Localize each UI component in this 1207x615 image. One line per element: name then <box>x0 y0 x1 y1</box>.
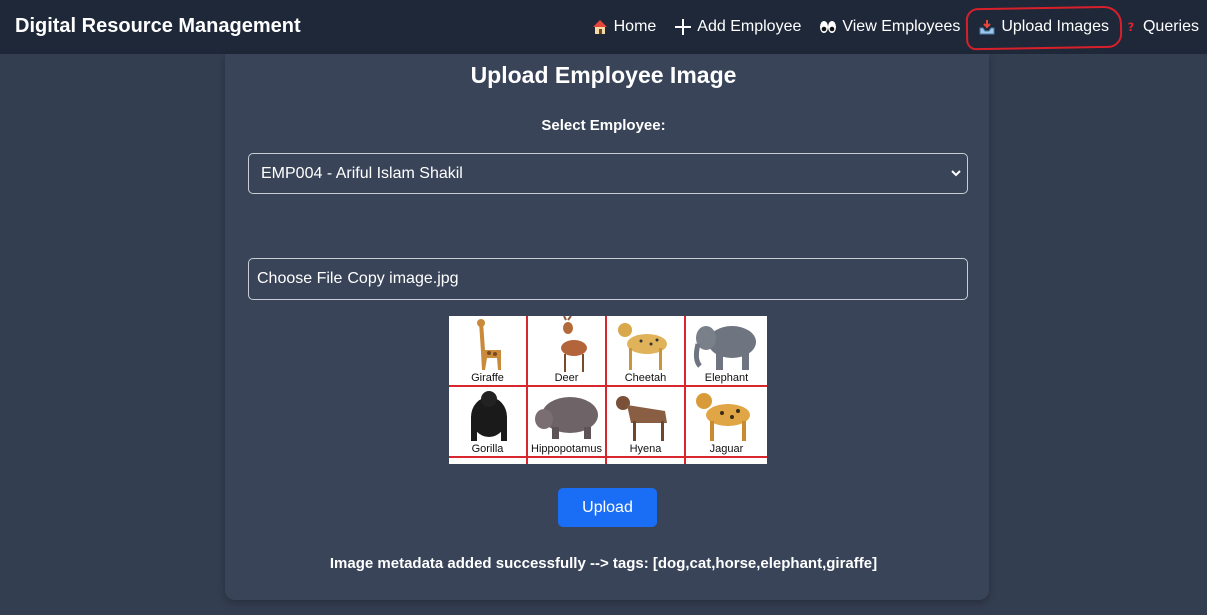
page-title: Upload Employee Image <box>470 62 737 88</box>
inbox-tray-icon <box>979 20 995 35</box>
preview-cell <box>607 458 686 464</box>
nav-link-label: View Employees <box>842 18 961 35</box>
preview-cell: Elephant <box>686 316 767 387</box>
preview-cell-label: Jaguar <box>709 443 744 455</box>
nav-link-label: Upload Images <box>1001 18 1109 35</box>
preview-cell: Hippopotamus <box>528 387 607 458</box>
preview-cell-label: Elephant <box>704 372 749 384</box>
preview-cell: Giraffe <box>449 316 528 387</box>
deer-icon <box>561 316 587 372</box>
hippopotamus-icon <box>535 397 598 439</box>
file-name: Copy image.jpg <box>347 270 459 287</box>
preview-cell: Hyena <box>607 387 686 458</box>
preview-cell-label: Hyena <box>629 443 662 455</box>
chevron-down-icon <box>951 170 961 177</box>
preview-cell <box>686 458 767 464</box>
preview-cell-label: Deer <box>554 372 579 384</box>
preview-cell-label: Giraffe <box>471 372 504 384</box>
brand-title[interactable]: Digital Resource Management <box>15 15 301 38</box>
preview-cell: Deer <box>528 316 607 387</box>
eyes-icon <box>820 21 837 33</box>
gorilla-icon <box>471 391 507 441</box>
question-icon: ? <box>1128 20 1135 34</box>
nav-link-label: Home <box>613 18 657 35</box>
nav-link-label: Queries <box>1142 18 1199 35</box>
employee-select[interactable]: EMP004 - Ariful Islam Shakil <box>248 153 968 194</box>
image-preview: Giraffe Deer Cheetah Elephant Gorilla Hi… <box>449 316 767 464</box>
navbar: Digital Resource Management Home Add Emp… <box>0 0 1207 54</box>
preview-cell-label: Cheetah <box>624 372 667 384</box>
house-icon <box>592 20 607 34</box>
nav-link-view-employees[interactable]: View Employees <box>819 18 960 36</box>
nav-link-add-employee[interactable]: Add Employee <box>674 18 801 36</box>
status-message: Image metadata added successfully --> ta… <box>329 555 878 572</box>
preview-cell-label: Gorilla <box>471 443 504 455</box>
cheetah-icon <box>618 323 667 370</box>
preview-cell: Gorilla <box>449 387 528 458</box>
upload-button[interactable]: Upload <box>558 488 657 527</box>
preview-cell: Jaguar <box>686 387 767 458</box>
choose-file-button[interactable]: Choose File <box>257 270 342 288</box>
file-input[interactable]: Choose File Copy image.jpg <box>248 258 968 300</box>
jaguar-icon <box>696 393 750 441</box>
employee-select-value: EMP004 - Ariful Islam Shakil <box>261 164 463 182</box>
preview-cell: Cheetah <box>607 316 686 387</box>
preview-cell-label: Hippopotamus <box>531 443 602 455</box>
nav-link-label: Add Employee <box>697 18 802 35</box>
plus-icon <box>675 19 692 35</box>
giraffe-icon <box>477 319 501 370</box>
nav-link-home[interactable]: Home <box>591 18 657 36</box>
preview-cell <box>449 458 528 464</box>
nav-link-upload-images[interactable]: Upload Images <box>978 18 1109 36</box>
elephant-icon <box>693 326 756 370</box>
nav-links: Home Add Employee View Employees Upload … <box>573 0 1199 54</box>
hyena-icon <box>616 396 667 441</box>
nav-link-queries[interactable]: ? Queries <box>1127 18 1199 36</box>
preview-cell <box>528 458 607 464</box>
select-employee-label: Select Employee: <box>541 117 666 134</box>
svg-text:?: ? <box>1128 20 1135 34</box>
